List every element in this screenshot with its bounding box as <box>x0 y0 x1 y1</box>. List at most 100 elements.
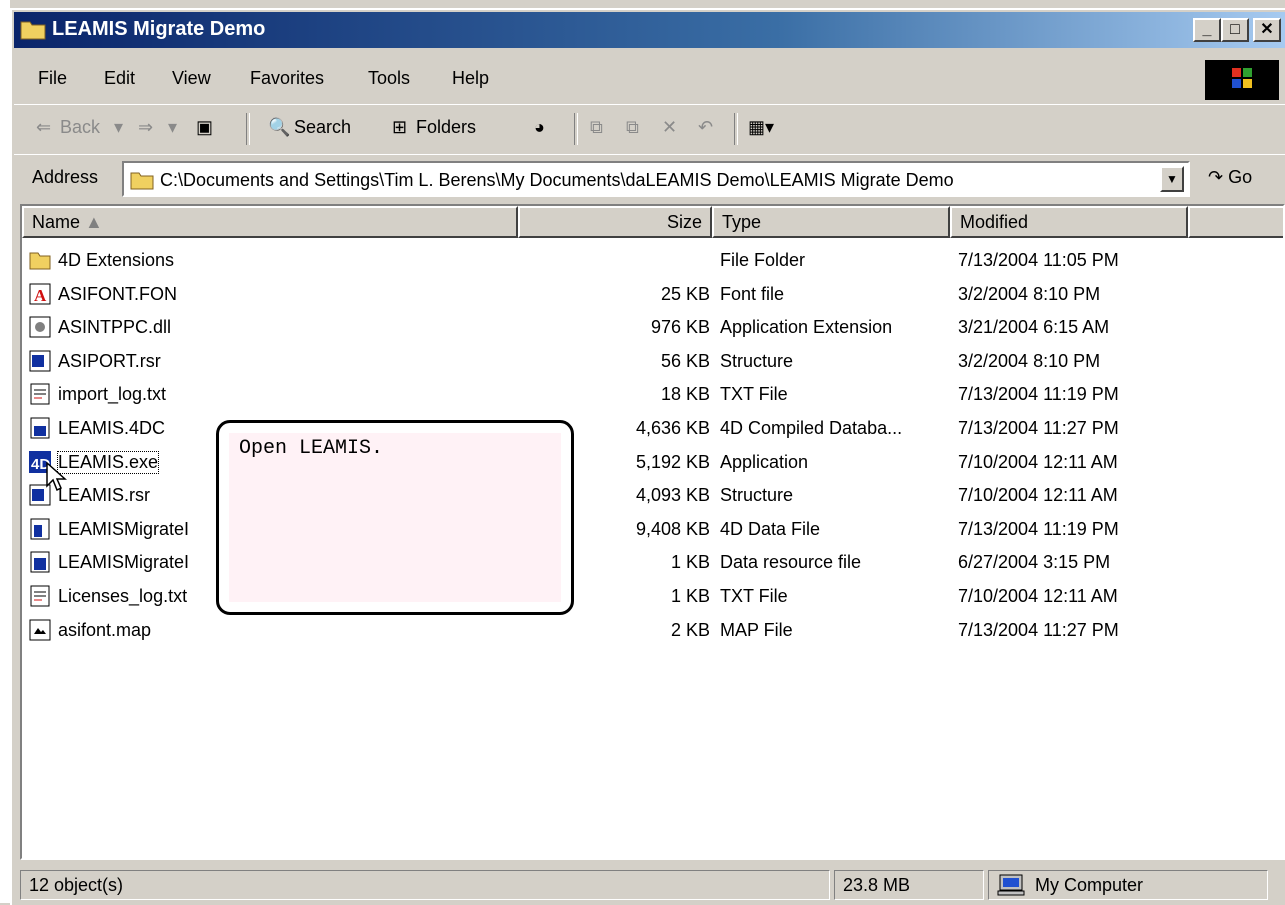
compiled-db-icon <box>30 417 50 439</box>
column-header-type[interactable]: Type <box>712 206 950 238</box>
data-resource-icon <box>30 551 50 573</box>
file-row[interactable]: import_log.txt 18 KB TXT File 7/13/2004 11:… <box>22 378 1282 411</box>
undo-icon[interactable]: ↶ <box>698 117 713 138</box>
menu-file[interactable]: File <box>38 68 67 89</box>
column-header-name[interactable]: Name ▲ <box>22 206 518 238</box>
go-button[interactable]: ↷ Go <box>1208 167 1252 188</box>
status-bar: 12 object(s) 23.8 MB My Computer <box>14 866 1285 903</box>
file-name: 4D Extensions <box>58 250 175 270</box>
file-modified: 3/2/2004 8:10 PM <box>958 350 1101 371</box>
maximize-button[interactable]: □ <box>1221 18 1249 42</box>
forward-dropdown-icon[interactable]: ▾ <box>168 117 177 138</box>
copy-to-icon[interactable]: ⧉ <box>626 117 639 138</box>
file-size: 18 KB <box>660 384 710 405</box>
minimize-button[interactable]: _ <box>1193 18 1221 42</box>
file-name: asifont.map <box>58 619 152 640</box>
window-title: LEAMIS Migrate Demo <box>52 18 266 40</box>
file-name: LEAMISMigrateI <box>58 552 190 573</box>
text-file-icon <box>30 383 50 405</box>
menu-favorites[interactable]: Favorites <box>250 68 324 89</box>
menu-edit[interactable]: Edit <box>104 68 135 89</box>
file-name: LEAMIS.exe <box>56 450 160 474</box>
search-icon[interactable]: 🔍 <box>268 117 290 138</box>
file-row[interactable]: Licenses_log.txt 1 KB TXT File 7/10/2004 12… <box>22 580 1282 613</box>
file-row[interactable]: 4D Extensions File Folder 7/13/2004 11:05 … <box>22 244 1282 277</box>
file-list[interactable]: Name ▲ Size Type Modified 4D Extensions F… <box>20 204 1285 860</box>
address-dropdown-button[interactable]: ▼ <box>1160 166 1184 192</box>
tooltip-text: Open LEAMIS. <box>239 437 384 460</box>
file-modified: 7/10/2004 12:11 AM <box>958 451 1118 472</box>
back-dropdown-icon[interactable]: ▾ <box>114 117 123 138</box>
file-modified: 7/10/2004 12:11 AM <box>958 586 1118 606</box>
file-type: TXT File <box>720 586 788 606</box>
folder-icon <box>20 21 46 40</box>
title-bar[interactable]: LEAMIS Migrate Demo _ □ ✕ <box>14 12 1285 48</box>
back-button[interactable]: Back <box>60 117 100 138</box>
file-modified: 7/10/2004 12:11 AM <box>958 485 1118 506</box>
file-type: Application <box>720 451 809 472</box>
file-size: 56 KB <box>660 350 710 371</box>
search-button[interactable]: Search <box>294 117 351 138</box>
structure-file-icon <box>29 350 51 372</box>
file-size: 25 KB <box>660 283 710 304</box>
delete-icon[interactable]: ✕ <box>662 117 677 138</box>
file-row[interactable]: A ASIFONT.FON 25 KB Font file 3/2/2004 8:10 … <box>22 278 1282 311</box>
file-name: ASIPORT.rsr <box>58 350 161 371</box>
forward-arrow-icon[interactable]: ⇒ <box>138 117 153 138</box>
file-row[interactable]: ASIPORT.rsr 56 KB Structure 3/2/2004 8:10 P… <box>22 345 1282 378</box>
my-computer-icon <box>997 874 1025 896</box>
file-type: MAP File <box>720 619 793 640</box>
close-button[interactable]: ✕ <box>1253 18 1281 42</box>
windows-logo-icon <box>1205 60 1279 100</box>
file-size: 4,093 KB <box>635 485 710 506</box>
up-folder-icon[interactable]: ▣ <box>196 117 213 138</box>
address-bar: Address C:\Documents and Settings\Tim L.… <box>14 154 1285 203</box>
go-arrow-icon: ↷ <box>1208 167 1224 187</box>
folders-icon[interactable]: ⊞ <box>392 117 407 138</box>
file-name: import_log.txt <box>58 384 167 405</box>
column-header-size[interactable]: Size <box>518 206 712 238</box>
file-row[interactable]: asifont.map 2 KB MAP File 7/13/2004 11:27 P… <box>22 614 1282 647</box>
file-name: LEAMISMigrateI <box>58 518 190 539</box>
address-input[interactable]: C:\Documents and Settings\Tim L. Berens\… <box>122 161 1190 197</box>
file-size: 5,192 KB <box>635 451 710 472</box>
menu-help[interactable]: Help <box>452 68 489 89</box>
file-modified: 7/13/2004 11:05 PM <box>958 250 1119 270</box>
file-row[interactable]: LEAMIS.4DC 4,636 KB 4D Compiled Databa... 7… <box>22 412 1282 445</box>
status-size: 23.8 MB <box>834 870 984 900</box>
text-file-icon <box>30 585 50 607</box>
file-type: File Folder <box>720 250 806 270</box>
back-arrow-icon[interactable]: ⇐ <box>36 117 51 138</box>
file-type: Application Extension <box>720 317 893 338</box>
file-name: Licenses_log.txt <box>58 586 188 606</box>
file-modified: 7/13/2004 11:19 PM <box>958 518 1119 539</box>
menu-tools[interactable]: Tools <box>368 68 410 89</box>
toolbar-separator <box>246 113 250 145</box>
views-icon[interactable]: ▦▾ <box>748 117 774 138</box>
file-row[interactable]: LEAMISMigrateI 1 KB Data resource file 6/27… <box>22 546 1282 579</box>
menu-view[interactable]: View <box>172 68 211 89</box>
file-row[interactable]: LEAMIS.rsr 4,093 KB Structure 7/10/2004 12:… <box>22 479 1282 512</box>
column-header-name-label: Name <box>32 212 81 232</box>
file-modified: 3/21/2004 6:15 AM <box>958 317 1110 338</box>
data-file-icon <box>30 518 50 540</box>
column-header-modified[interactable]: Modified <box>950 206 1188 238</box>
file-name: LEAMIS.4DC <box>58 418 166 438</box>
file-row[interactable]: LEAMISMigrateI 9,408 KB 4D Data File 7/13/2… <box>22 513 1282 546</box>
sort-ascending-icon: ▲ <box>85 212 103 232</box>
file-modified: 6/27/2004 3:15 PM <box>958 552 1111 573</box>
file-type: 4D Data File <box>720 518 821 539</box>
move-to-icon[interactable]: ⧉ <box>590 117 603 138</box>
file-modified: 7/13/2004 11:27 PM <box>958 418 1119 438</box>
file-row[interactable]: 4D LEAMIS.exe 5,192 KB Application 7/10/2004… <box>22 446 1282 479</box>
font-file-icon: A <box>29 283 51 305</box>
file-type: Data resource file <box>720 552 862 573</box>
file-type: TXT File <box>720 384 788 405</box>
status-zone-label: My Computer <box>1035 875 1144 895</box>
file-row[interactable]: ASINTPPC.dll 976 KB Application Extension 3… <box>22 311 1282 344</box>
file-size: 2 KB <box>670 619 710 640</box>
folder-icon <box>29 252 51 270</box>
file-name: ASIFONT.FON <box>58 283 178 304</box>
history-icon[interactable]: ◕ <box>534 117 545 138</box>
folders-button[interactable]: Folders <box>416 117 476 138</box>
